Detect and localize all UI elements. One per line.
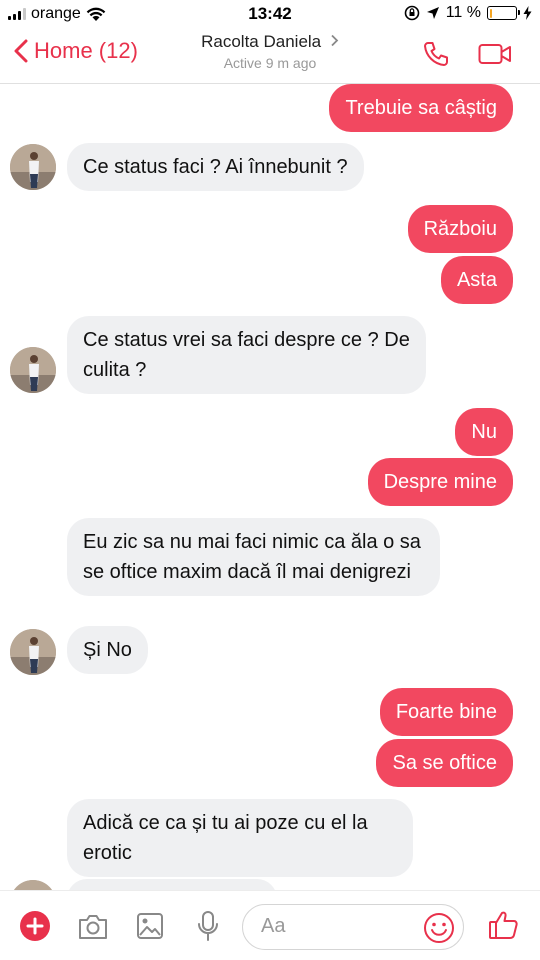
message-bubble-received[interactable]: Ce status faci ? Ai înnebunit ? — [67, 143, 364, 191]
chevron-right-icon — [331, 34, 339, 47]
status-bar-right: 11 % — [404, 4, 532, 22]
message-input-field[interactable] — [242, 904, 464, 950]
message-bubble-sent[interactable]: Foarte bine — [379, 688, 513, 736]
plus-icon[interactable] — [19, 910, 51, 942]
message-bubble-sent[interactable]: Asta — [440, 256, 513, 304]
message-bubble-sent[interactable]: Nu — [455, 408, 513, 456]
camera-icon[interactable] — [77, 913, 109, 941]
charging-icon — [523, 6, 532, 20]
message-bubble-received[interactable]: Adică ce ca și tu ai poze cu el la eroti… — [67, 799, 413, 877]
message-bubble-received[interactable]: Eu zic sa nu mai faci nimic ca ăla o sa … — [67, 518, 440, 596]
avatar — [10, 880, 56, 890]
phone-icon[interactable] — [422, 40, 450, 68]
conversation-header: Home (12) Racolta Daniela Active 9 m ago — [0, 28, 540, 84]
message-bubble-sent[interactable]: Despre mine — [367, 458, 513, 506]
header-actions — [422, 40, 512, 68]
status-bar: orange 13:42 11 % — [0, 0, 540, 28]
video-call-icon[interactable] — [478, 42, 512, 66]
composer-bar — [0, 890, 540, 960]
gallery-icon[interactable] — [136, 912, 164, 940]
message-bubble-received[interactable]: Ce status vrei sa faci despre ce ? De cu… — [67, 316, 426, 394]
avatar — [10, 347, 56, 393]
contact-name: Racolta Daniela — [201, 32, 322, 51]
message-input[interactable] — [261, 915, 411, 938]
message-bubble-sent[interactable]: Sa se oftice — [376, 739, 513, 787]
message-list[interactable]: Trebuie sa câștig Ce status faci ? Ai în… — [0, 84, 540, 890]
battery-icon — [487, 6, 520, 20]
avatar — [10, 144, 56, 190]
emoji-icon[interactable] — [423, 912, 455, 944]
message-bubble-received[interactable]: Și No — [67, 626, 148, 674]
message-bubble-sent[interactable]: Războiu — [407, 205, 513, 253]
message-bubble-received[interactable] — [67, 879, 277, 890]
message-bubble-sent[interactable]: Trebuie sa câștig — [329, 84, 513, 132]
thumbs-up-icon[interactable] — [488, 909, 520, 941]
battery-percent: 11 % — [445, 4, 481, 21]
avatar — [10, 629, 56, 675]
microphone-icon[interactable] — [197, 910, 219, 942]
location-arrow-icon — [426, 7, 439, 19]
orientation-lock-icon — [404, 5, 420, 21]
